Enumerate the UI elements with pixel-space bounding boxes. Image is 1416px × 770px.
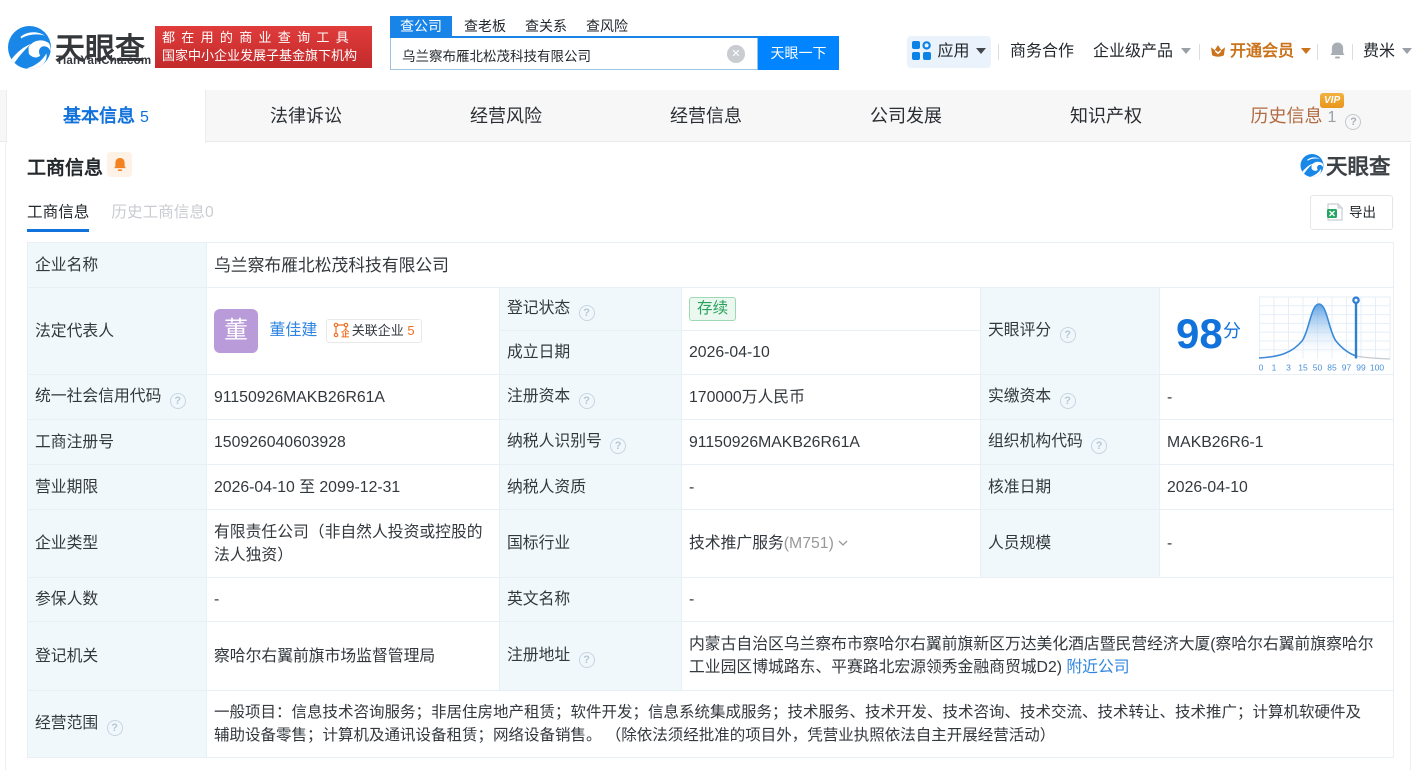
svg-text:85: 85 — [1327, 363, 1337, 373]
svg-text:3: 3 — [1286, 363, 1291, 373]
svg-text:50: 50 — [1313, 363, 1323, 373]
svg-text:天眼查: 天眼查 — [1326, 155, 1391, 179]
svg-text:0: 0 — [1259, 363, 1264, 373]
svg-text:企: 企 — [340, 328, 349, 339]
svg-text:1: 1 — [1272, 363, 1277, 373]
svg-text:99: 99 — [1356, 363, 1366, 373]
svg-text:100: 100 — [1370, 363, 1384, 373]
svg-text:15: 15 — [1298, 363, 1308, 373]
svg-text:97: 97 — [1342, 363, 1352, 373]
